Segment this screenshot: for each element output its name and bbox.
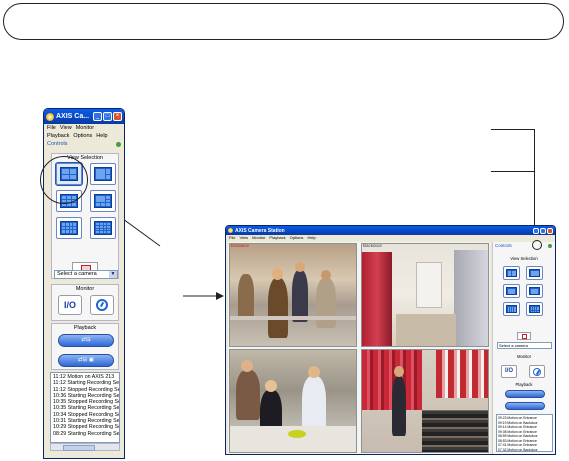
view-1plus5-button[interactable] (526, 266, 543, 280)
menu-monitor[interactable]: Monitor (76, 125, 94, 132)
status-led-icon (116, 142, 121, 147)
camera-view-3[interactable] (229, 349, 357, 453)
grid-4x4-icon (94, 221, 112, 235)
stop-view-button[interactable] (517, 332, 531, 340)
monitor-clock-button[interactable] (529, 365, 545, 378)
menu-playback[interactable]: Playback (47, 133, 69, 140)
event-log-list[interactable]: 11:12 Motion on AXIS 213 11:12 Starting … (50, 372, 120, 443)
title-bar-large: AXIS Camera Station (226, 226, 555, 235)
menu-view[interactable]: View (239, 235, 248, 241)
menu-bar-large: File View Monitor Playback Options Help (226, 235, 555, 241)
menu-monitor[interactable]: Monitor (252, 235, 265, 241)
playback-export-button[interactable]: ⇄⊟ ▣ (58, 354, 114, 367)
camera-label-backdoor: Backdoor (363, 243, 383, 248)
menu-help[interactable]: Help (307, 235, 315, 241)
view-selection-grid-large (503, 266, 543, 316)
view-1plus7-button[interactable] (90, 190, 116, 212)
maximize-button[interactable] (540, 227, 546, 234)
highlight-circle (40, 156, 88, 204)
log-entry: 07:32 Motion on Backdoor (498, 447, 538, 452)
log-entry: 11:12 Starting Recording Serv (53, 380, 120, 387)
event-log-list[interactable]: 09:23 Motion on Entrance 09:19 Motion on… (496, 414, 553, 452)
view-4x3-button[interactable] (56, 217, 82, 239)
view-4x3-button[interactable] (503, 302, 520, 316)
axis-app-icon (228, 228, 233, 233)
controls-label: Controls (495, 243, 512, 248)
axis-app-icon (46, 112, 54, 121)
clock-icon (96, 299, 108, 311)
playback-panel: Playback ⇄⊟ ⇄⊟ ▣ (51, 323, 119, 370)
camera-view-backdoor[interactable]: Backdoor (361, 243, 489, 347)
chevron-down-icon: ▼ (109, 271, 117, 278)
select-camera-dropdown[interactable]: Select a camera ▼ (54, 270, 118, 279)
minimize-button[interactable]: _ (93, 112, 102, 121)
io-button[interactable]: I/O (58, 295, 82, 315)
menu-file[interactable]: File (229, 235, 235, 241)
monitor-label: Monitor (75, 286, 95, 292)
status-led-icon (548, 244, 552, 248)
view-2x2-button[interactable] (503, 266, 520, 280)
maximize-button[interactable]: □ (103, 112, 112, 121)
menu-playback[interactable]: Playback (269, 235, 285, 241)
window-title-large: AXIS Camera Station (235, 227, 285, 234)
log-entry: 08:29 Starting Recording Serv (53, 430, 120, 437)
io-button[interactable]: I/O (501, 365, 517, 378)
io-label: I/O (504, 368, 513, 374)
minimize-button[interactable] (533, 227, 539, 234)
grid-4x3-icon (60, 221, 78, 235)
playback-recordings-button[interactable]: ⇄⊟ (58, 334, 114, 347)
highlight-circle-small (532, 240, 542, 250)
camera-view-area: Entrance Backdoor (228, 242, 490, 454)
log-entry: 10:35 Starting Recording Serv (53, 405, 120, 412)
io-label: I/O (63, 300, 76, 310)
window-title: AXIS Ca... (56, 113, 90, 120)
menu-help[interactable]: Help (96, 133, 107, 140)
controls-header: Controls (44, 140, 124, 149)
menu-options[interactable]: Options (290, 235, 304, 241)
camera-label-entrance: Entrance (231, 243, 250, 248)
menu-view[interactable]: View (60, 125, 72, 132)
camera-view-4[interactable] (361, 349, 489, 453)
playback-recordings-button[interactable] (505, 390, 545, 398)
view-1plus5-button[interactable] (90, 163, 116, 185)
close-button[interactable] (547, 227, 553, 234)
playback-export-button[interactable] (505, 402, 545, 410)
monitor-clock-button[interactable] (90, 295, 114, 315)
view-4x4-button[interactable] (90, 217, 116, 239)
menu-file[interactable]: File (47, 125, 56, 132)
log-entry: 11:12 Stopped Recording Serv (53, 386, 120, 393)
view-1plus7-button[interactable] (526, 284, 543, 298)
title-bar: AXIS Ca... _ □ × (44, 109, 124, 124)
monitor-label: Monitor (517, 354, 531, 359)
view-4x4-button[interactable] (526, 302, 543, 316)
monitor-panel: Monitor I/O (51, 284, 119, 321)
view-3x3-button[interactable] (503, 284, 520, 298)
controls-header-large: Controls (493, 242, 555, 249)
select-camera-dropdown[interactable]: Select a camera (497, 342, 552, 349)
menu-bar-row2: Playback Options Help (44, 132, 124, 140)
select-camera-value: Select a camera (57, 271, 97, 277)
log-entry: 10:29 Stopped Recording Serv (53, 424, 120, 431)
grid-1plus-icon (94, 167, 112, 181)
view-selection-label: View Selection (510, 256, 538, 261)
stop-icon (522, 334, 527, 339)
menu-options[interactable]: Options (73, 133, 92, 140)
menu-bar-row1: File View Monitor (44, 124, 124, 132)
playback-label: Playback (515, 382, 533, 387)
select-camera-value: Select a camera (499, 343, 528, 348)
camera-station-window-large: AXIS Camera Station File View Monitor Pl… (225, 225, 556, 455)
controls-side-panel: Controls View Selection Select a camera … (492, 242, 555, 454)
clock-icon (533, 368, 541, 376)
controls-label: Controls (47, 141, 68, 147)
close-button[interactable]: × (113, 112, 122, 121)
log-horizontal-scrollbar[interactable] (50, 443, 120, 451)
playback-label: Playback (73, 325, 97, 331)
camera-view-entrance[interactable]: Entrance (229, 243, 357, 347)
grid-1plus7-icon (94, 194, 112, 208)
